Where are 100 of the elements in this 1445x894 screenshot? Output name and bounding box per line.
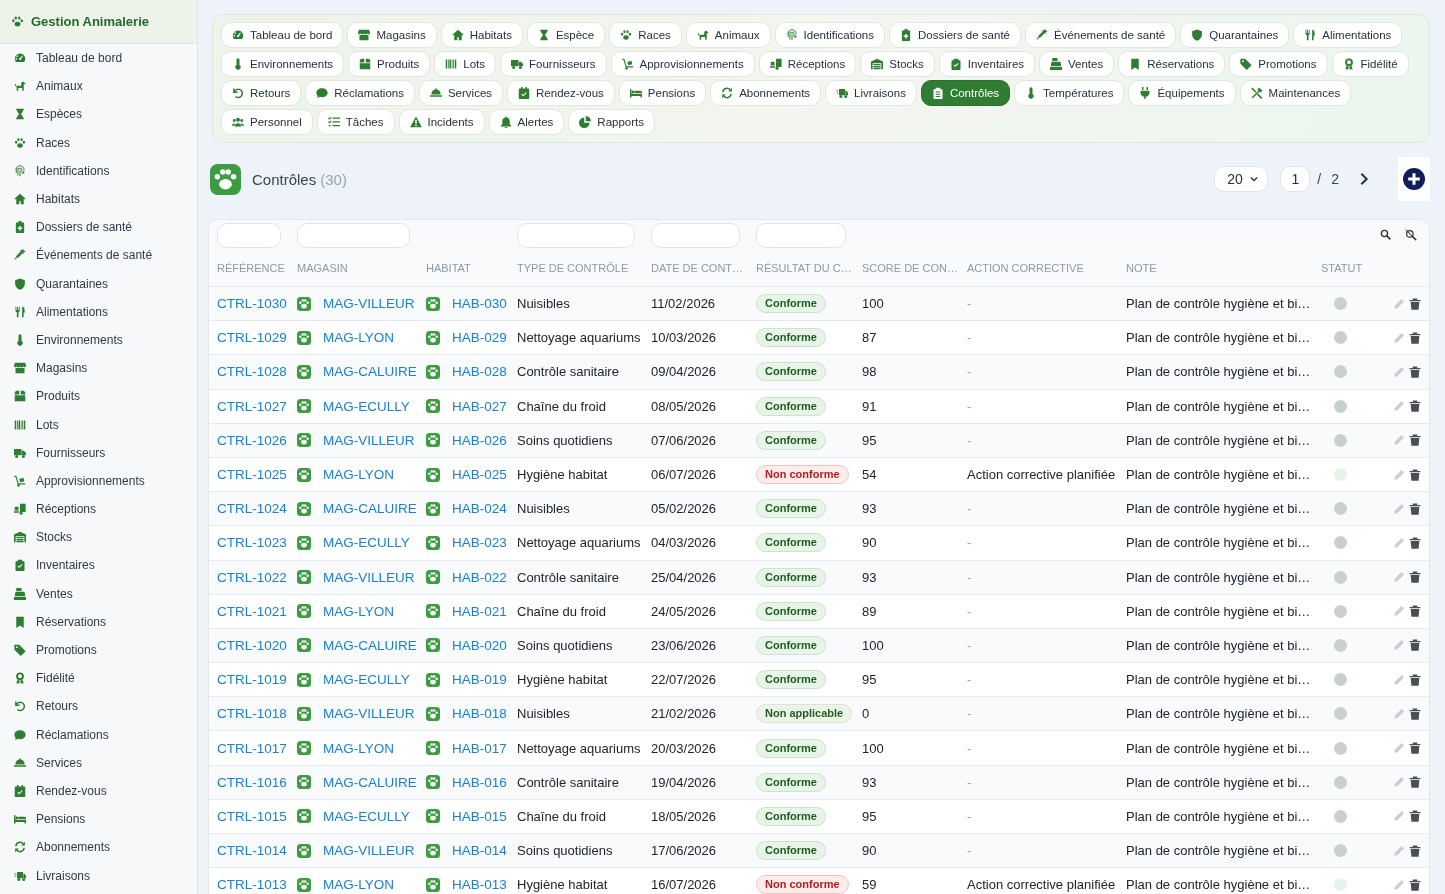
search-button[interactable] <box>1380 229 1391 241</box>
delete-button[interactable] <box>1409 571 1421 584</box>
delete-button[interactable] <box>1409 331 1421 344</box>
module-tab[interactable]: Animaux <box>685 22 771 48</box>
module-tab[interactable]: Réclamations <box>305 80 415 106</box>
delete-button[interactable] <box>1409 810 1421 823</box>
store-link[interactable]: MAG-ECULLY <box>323 535 410 551</box>
delete-button[interactable] <box>1409 707 1421 720</box>
habitat-link[interactable]: HAB-019 <box>452 672 507 688</box>
delete-button[interactable] <box>1409 536 1421 549</box>
sidebar-item[interactable]: Abonnements <box>0 833 197 862</box>
module-tab[interactable]: Livraisons <box>825 80 917 106</box>
delete-button[interactable] <box>1409 400 1421 413</box>
habitat-link[interactable]: HAB-015 <box>452 808 507 824</box>
sidebar-item[interactable]: Environnements <box>0 325 197 355</box>
store-link[interactable]: MAG-LYON <box>323 877 394 893</box>
module-tab[interactable]: Personnel <box>221 109 313 135</box>
store-link[interactable]: MAG-ECULLY <box>323 808 410 824</box>
store-link[interactable]: MAG-LYON <box>323 330 394 346</box>
page-size-select[interactable]: 20 <box>1214 166 1269 192</box>
module-tab[interactable]: Abonnements <box>710 80 822 106</box>
store-link[interactable]: MAG-LYON <box>323 603 394 619</box>
sidebar-item[interactable]: Dossiers de santé <box>0 213 197 242</box>
sidebar-item[interactable]: Lots <box>0 410 197 439</box>
sidebar-item[interactable]: Livraisons <box>0 861 197 890</box>
module-tab[interactable]: Identifications <box>774 22 885 48</box>
delete-button[interactable] <box>1409 844 1421 857</box>
sidebar-item[interactable]: Habitats <box>0 184 197 214</box>
module-tab[interactable]: Promotions <box>1229 51 1328 77</box>
sidebar-item[interactable]: Pensions <box>0 805 197 834</box>
habitat-link[interactable]: HAB-023 <box>452 535 507 551</box>
module-tab[interactable]: Habitats <box>440 22 523 48</box>
store-link[interactable]: MAG-ECULLY <box>323 672 410 688</box>
reference-link[interactable]: CTRL-1015 <box>217 808 287 824</box>
module-tab[interactable]: Quarantaines <box>1180 22 1290 48</box>
module-tab[interactable]: Inventaires <box>938 51 1036 77</box>
reference-link[interactable]: CTRL-1027 <box>217 398 287 414</box>
store-link[interactable]: MAG-LYON <box>323 467 394 483</box>
delete-button[interactable] <box>1409 673 1421 686</box>
sidebar-item[interactable]: Stocks <box>0 523 197 552</box>
clear-filters-button[interactable] <box>1405 229 1417 241</box>
sidebar-item[interactable]: Ventes <box>0 579 197 608</box>
delete-button[interactable] <box>1409 468 1421 481</box>
module-tab[interactable]: Espèce <box>526 22 606 48</box>
filter-field[interactable] <box>217 222 281 248</box>
sidebar-item[interactable]: Animaux <box>0 72 197 101</box>
reference-link[interactable]: CTRL-1013 <box>217 877 287 893</box>
module-tab[interactable]: Températures <box>1014 80 1125 106</box>
module-tab[interactable]: Tableau de bord <box>221 22 344 48</box>
module-tab[interactable]: Maintenances <box>1239 80 1352 106</box>
module-tab[interactable]: Fidélité <box>1331 51 1409 77</box>
module-tab[interactable]: Réceptions <box>758 51 857 77</box>
module-tab[interactable]: Événements de santé <box>1025 22 1177 48</box>
store-link[interactable]: MAG-LYON <box>323 740 394 756</box>
delete-button[interactable] <box>1409 502 1421 515</box>
module-tab[interactable]: Contrôles <box>920 80 1011 106</box>
reference-link[interactable]: CTRL-1021 <box>217 603 287 619</box>
page-field[interactable]: 1 <box>1280 166 1311 192</box>
store-link[interactable]: MAG-ECULLY <box>323 398 410 414</box>
sidebar-item[interactable]: Tableau de bord <box>0 44 197 73</box>
delete-button[interactable] <box>1409 605 1421 618</box>
module-tab[interactable]: Races <box>609 22 682 48</box>
module-tab[interactable]: Pensions <box>618 80 707 106</box>
module-tab[interactable]: Rendez-vous <box>507 80 615 106</box>
module-tab[interactable]: Stocks <box>860 51 935 77</box>
filter-field[interactable] <box>756 222 846 248</box>
delete-button[interactable] <box>1409 776 1421 789</box>
module-tab[interactable]: Alertes <box>488 109 565 135</box>
module-tab[interactable]: Produits <box>348 51 431 77</box>
habitat-link[interactable]: HAB-025 <box>452 467 507 483</box>
delete-button[interactable] <box>1409 878 1421 891</box>
reference-link[interactable]: CTRL-1023 <box>217 535 287 551</box>
sidebar-item[interactable]: Inventaires <box>0 551 197 580</box>
reference-link[interactable]: CTRL-1025 <box>217 467 287 483</box>
sidebar-item[interactable]: Identifications <box>0 156 197 185</box>
habitat-link[interactable]: HAB-021 <box>452 603 507 619</box>
delete-button[interactable] <box>1409 297 1421 310</box>
sidebar-item[interactable]: Services <box>0 748 197 777</box>
module-tab[interactable]: Rapports <box>568 109 655 135</box>
sidebar-item[interactable]: Réservations <box>0 607 197 636</box>
delete-button[interactable] <box>1409 434 1421 447</box>
filter-field[interactable] <box>517 222 635 248</box>
module-tab[interactable]: Tâches <box>316 109 395 135</box>
reference-link[interactable]: CTRL-1019 <box>217 672 287 688</box>
sidebar-item[interactable]: Approvisionnements <box>0 466 197 495</box>
sidebar-item[interactable]: Alimentations <box>0 297 197 326</box>
habitat-link[interactable]: HAB-017 <box>452 740 507 756</box>
add-button[interactable] <box>1398 157 1430 201</box>
module-tab[interactable]: Lots <box>434 51 497 77</box>
module-tab[interactable]: Réservations <box>1118 51 1226 77</box>
sidebar-item[interactable]: Produits <box>0 382 197 411</box>
filter-field[interactable] <box>297 222 410 248</box>
habitat-link[interactable]: HAB-029 <box>452 330 507 346</box>
delete-button[interactable] <box>1409 365 1421 378</box>
module-tab[interactable]: Magasins <box>347 22 437 48</box>
module-tab[interactable]: Approvisionnements <box>610 51 755 77</box>
sidebar-item[interactable]: Rendez-vous <box>0 776 197 806</box>
module-tab[interactable]: Alimentations <box>1293 22 1403 48</box>
reference-link[interactable]: CTRL-1017 <box>217 740 287 756</box>
module-tab[interactable]: Services <box>418 80 504 106</box>
